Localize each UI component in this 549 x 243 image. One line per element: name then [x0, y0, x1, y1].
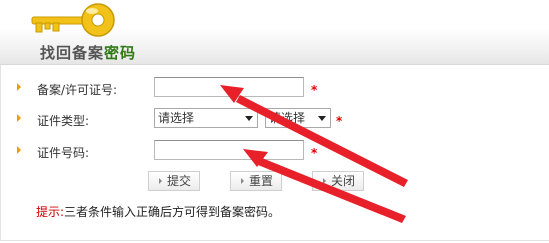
- required-mark: *: [311, 83, 318, 97]
- form-row-buttons: 提交 重置 关闭: [1, 171, 549, 195]
- required-mark: *: [336, 114, 343, 128]
- form-row-license-no: 备案/许可证号: *: [1, 77, 549, 101]
- button-arrow-icon: [323, 178, 326, 184]
- close-button[interactable]: 关闭: [312, 171, 364, 191]
- cert-type-select-primary-value: 请选择: [158, 111, 195, 125]
- form-row-cert-no: 证件号码: *: [1, 140, 549, 164]
- key-icon: [31, 3, 115, 37]
- hint-text: 提示:三者条件输入正确后方可得到备案密码。: [36, 203, 280, 220]
- form-panel: 备案/许可证号: * 证件类型: 请选择 请选择 * 证件号码: * 提交 重置…: [0, 65, 549, 241]
- button-arrow-icon: [241, 178, 244, 184]
- license-no-input[interactable]: [154, 77, 304, 97]
- license-no-label: 备案/许可证号:: [37, 83, 118, 97]
- cert-type-select-secondary[interactable]: 请选择: [265, 108, 331, 128]
- page: 找回备案密码 备案/许可证号: * 证件类型: 请选择 请选择 * 证件号码: …: [0, 0, 549, 243]
- bullet-arrow-icon: [17, 83, 21, 91]
- hint-message: 三者条件输入正确后方可得到备案密码。: [64, 205, 281, 219]
- chevron-down-icon: [318, 116, 326, 121]
- page-title: 找回备案密码: [40, 42, 136, 63]
- cert-type-select-secondary-value: 请选择: [269, 111, 306, 125]
- submit-button-label: 提交: [167, 174, 192, 188]
- cert-no-input[interactable]: [154, 140, 304, 160]
- cert-no-label: 证件号码:: [37, 146, 90, 160]
- chevron-down-icon: [245, 116, 253, 121]
- cert-type-label: 证件类型:: [37, 114, 90, 128]
- button-arrow-icon: [159, 178, 162, 184]
- reset-button-label: 重置: [249, 174, 274, 188]
- cert-type-select-primary[interactable]: 请选择: [154, 108, 258, 128]
- required-mark: *: [311, 146, 318, 160]
- header-banner: 找回备案密码: [0, 0, 549, 65]
- bullet-arrow-icon: [17, 114, 21, 122]
- hint-prefix: 提示:: [36, 205, 65, 219]
- submit-button[interactable]: 提交: [148, 171, 200, 191]
- close-button-label: 关闭: [331, 174, 356, 188]
- page-title-part2: 密码: [104, 44, 137, 62]
- bullet-arrow-icon: [17, 146, 21, 154]
- reset-button[interactable]: 重置: [230, 171, 282, 191]
- form-row-cert-type: 证件类型: 请选择 请选择 *: [1, 108, 549, 132]
- page-title-part1: 找回备案: [40, 44, 105, 62]
